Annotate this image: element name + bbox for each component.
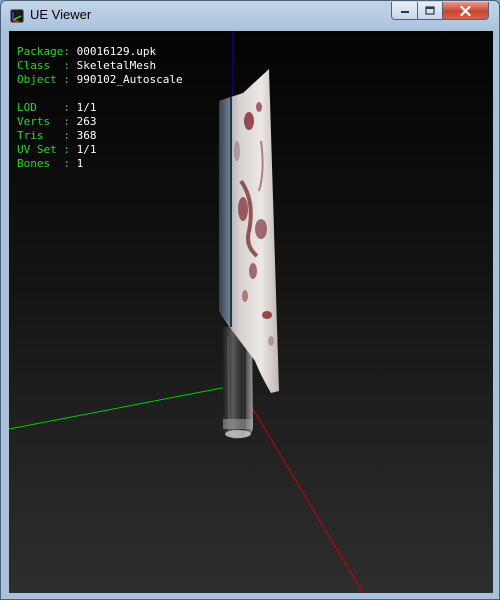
tris-value: 368 — [76, 129, 97, 142]
window-title: UE Viewer — [30, 7, 92, 22]
info-row-package: Package: 00016129.upk — [17, 45, 183, 59]
uvset-label: UV Set : — [17, 143, 77, 156]
package-value: 00016129.upk — [76, 45, 157, 58]
info-row-class: Class : SkeletalMesh — [17, 59, 183, 73]
package-label: Package: — [17, 45, 77, 58]
app-window: UE Viewer Package: 00016129.upk Class: … — [0, 0, 500, 600]
x-axis-line — [240, 388, 364, 593]
mesh-info-overlay: Package: 00016129.upk Class : SkeletalMe… — [17, 45, 183, 171]
maximize-button[interactable] — [417, 2, 443, 20]
lod-label: LOD : — [17, 101, 77, 114]
info-row-object: Object : 990102_Autoscale — [17, 73, 183, 87]
uvset-value: 1/1 — [76, 143, 97, 156]
info-row-tris: Tris : 368 — [17, 129, 183, 143]
info-row-bones: Bones : 1 — [17, 157, 183, 171]
minimize-button[interactable] — [391, 2, 418, 20]
bones-value: 1 — [76, 157, 84, 170]
info-row-verts: Verts : 263 — [17, 115, 183, 129]
info-row-uvset: UV Set : 1/1 — [17, 143, 183, 157]
bones-label: Bones : — [17, 157, 77, 170]
app-icon[interactable] — [10, 9, 24, 23]
class-label: Class : — [17, 59, 77, 72]
info-row-lod: LOD : 1/1 — [17, 101, 183, 115]
y-axis-line — [9, 386, 228, 430]
lod-value: 1/1 — [76, 101, 97, 114]
3d-viewport[interactable]: Package: 00016129.upk Class : SkeletalMe… — [9, 31, 493, 593]
maximize-icon — [425, 6, 435, 15]
class-value: SkeletalMesh — [76, 59, 157, 72]
close-icon — [460, 5, 471, 16]
verts-value: 263 — [76, 115, 97, 128]
close-button[interactable] — [442, 2, 489, 20]
object-label: Object : — [17, 73, 77, 86]
tris-label: Tris : — [17, 129, 77, 142]
minimize-icon — [400, 10, 409, 13]
title-bar[interactable]: UE Viewer — [1, 1, 499, 30]
object-value: 990102_Autoscale — [76, 73, 183, 86]
verts-label: Verts : — [17, 115, 77, 128]
